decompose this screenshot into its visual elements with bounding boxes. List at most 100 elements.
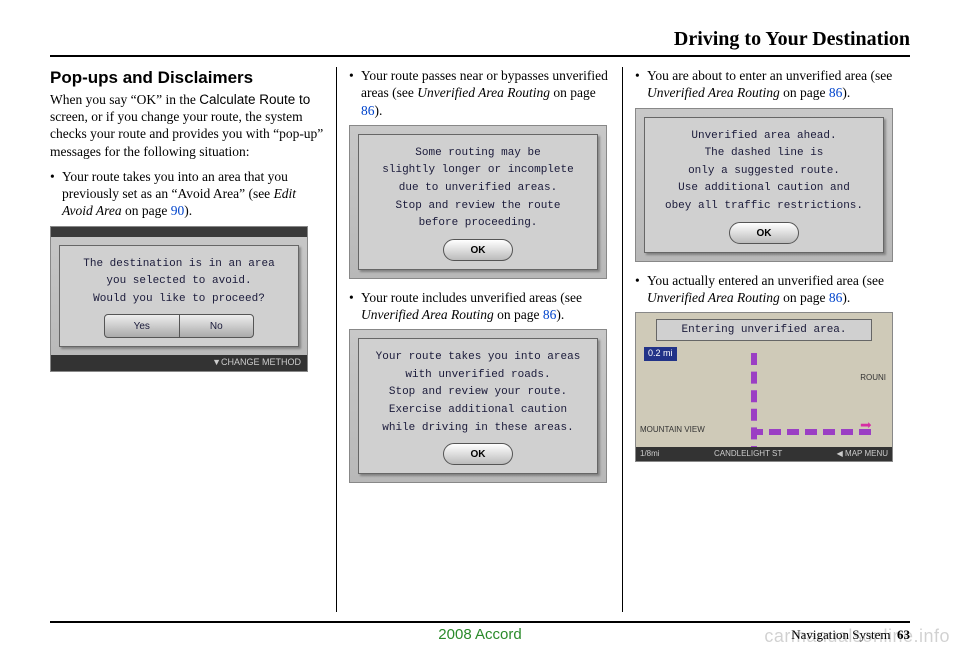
ref-title: Unverified Area Routing <box>361 307 494 322</box>
map-label: MOUNTAIN VIEW <box>640 425 705 435</box>
text: Your route takes you into an area that y… <box>62 169 288 201</box>
dashed-route-horizontal <box>751 429 871 437</box>
popup-line: Stop and review the route <box>365 198 591 216</box>
turn-arrow-icon: ➡ <box>860 415 872 441</box>
nav-map-screenshot: Entering unverified area. 0.2 mi ➡ MOUNT… <box>635 312 893 462</box>
popup-line: slightly longer or incomplete <box>365 162 591 180</box>
map-label: ROUNI <box>860 373 886 383</box>
bullet-dot: • <box>635 67 647 102</box>
page-link[interactable]: 86 <box>543 307 557 322</box>
map-menu-button[interactable]: ◀ MAP MENU <box>837 449 888 459</box>
map-banner: Entering unverified area. <box>656 319 872 341</box>
text: Your route includes unverified areas (se… <box>361 290 582 305</box>
page-link[interactable]: 86 <box>829 290 843 305</box>
page-link[interactable]: 90 <box>171 203 185 218</box>
bullet-item: • Your route takes you into an area that… <box>50 168 326 220</box>
popup-line: obey all traffic restrictions. <box>651 198 877 216</box>
bullet-dot: • <box>349 67 361 119</box>
nav-popup-screenshot: Your route takes you into areas with unv… <box>349 329 607 483</box>
map-scale: 1/8mi <box>640 449 660 459</box>
popup-line: Your route takes you into areas <box>365 349 591 367</box>
ok-button[interactable]: OK <box>443 239 513 261</box>
column-1: Pop-ups and Disclaimers When you say “OK… <box>50 67 336 612</box>
text: You are about to enter an unverified are… <box>647 68 892 83</box>
bullet-dot: • <box>349 289 361 324</box>
dashed-route-vertical <box>751 353 759 458</box>
column-2: • Your route passes near or bypasses unv… <box>336 67 622 612</box>
page-link[interactable]: 86 <box>829 85 843 100</box>
change-method-bar[interactable]: ▼CHANGE METHOD <box>51 355 307 371</box>
ok-row: OK <box>365 239 591 261</box>
nav-popup-screenshot: Unverified area ahead. The dashed line i… <box>635 108 893 262</box>
ref-title: Unverified Area Routing <box>647 290 780 305</box>
bullet-dot: • <box>635 272 647 307</box>
popup-line: Stop and review your route. <box>365 384 591 402</box>
bullet-item: • You are about to enter an unverified a… <box>635 67 898 102</box>
ui-term: Calculate Route to <box>199 92 310 107</box>
page-header: Driving to Your Destination <box>50 28 910 51</box>
nav-popup-screenshot: The destination is in an area you select… <box>50 226 308 372</box>
bullet-text: Your route includes unverified areas (se… <box>361 289 612 324</box>
intro-paragraph: When you say “OK” in the Calculate Route… <box>50 91 326 160</box>
popup-line: The destination is in an area <box>66 256 292 274</box>
model-year: 2008 Accord <box>438 626 521 643</box>
text: screen, or if you change your route, the… <box>50 109 323 159</box>
text: ). <box>842 290 850 305</box>
bullet-item: • Your route includes unverified areas (… <box>349 289 612 324</box>
text: You actually entered an unverified area … <box>647 273 884 288</box>
footer-rule <box>50 621 910 623</box>
text: ). <box>556 307 564 322</box>
header-rule <box>50 55 910 57</box>
text: on page <box>780 85 829 100</box>
popup-line: before proceeding. <box>365 215 591 233</box>
text: on page <box>494 307 543 322</box>
bullet-text: You actually entered an unverified area … <box>647 272 898 307</box>
text: ). <box>184 203 192 218</box>
popup-line: Some routing may be <box>365 145 591 163</box>
yes-button[interactable]: Yes <box>105 315 179 337</box>
text: on page <box>780 290 829 305</box>
yes-no-pill: Yes No <box>104 314 254 338</box>
text: on page <box>550 85 596 100</box>
popup-line: only a suggested route. <box>651 163 877 181</box>
popup-line: you selected to avoid. <box>66 273 292 291</box>
text: ). <box>375 103 383 118</box>
ok-button[interactable]: OK <box>729 222 799 244</box>
bullet-text: Your route takes you into an area that y… <box>62 168 326 220</box>
content-columns: Pop-ups and Disclaimers When you say “OK… <box>50 67 910 612</box>
popup-line: Unverified area ahead. <box>651 128 877 146</box>
text: on page <box>122 203 171 218</box>
bullet-text: You are about to enter an unverified are… <box>647 67 898 102</box>
popup-line: Would you like to proceed? <box>66 291 292 309</box>
text: When you say “OK” in the <box>50 92 199 107</box>
nav-popup-screenshot: Some routing may be slightly longer or i… <box>349 125 607 279</box>
bullet-text: Your route passes near or bypasses unver… <box>361 67 612 119</box>
yes-no-buttons: Yes No <box>66 314 292 338</box>
popup-panel: The destination is in an area you select… <box>59 245 299 348</box>
popup-panel: Unverified area ahead. The dashed line i… <box>644 117 884 253</box>
popup-panel: Your route takes you into areas with unv… <box>358 338 598 474</box>
text: ). <box>842 85 850 100</box>
popup-line: Use additional caution and <box>651 180 877 198</box>
no-button[interactable]: No <box>180 315 254 337</box>
bullet-item: • You actually entered an unverified are… <box>635 272 898 307</box>
distance-pill: 0.2 mi <box>644 347 677 361</box>
ref-title: Unverified Area Routing <box>417 85 550 100</box>
screenshot-topbar <box>51 227 307 237</box>
ok-button[interactable]: OK <box>443 443 513 465</box>
chapter-title: Driving to Your Destination <box>674 28 910 51</box>
watermark: carmanualsonline.info <box>764 626 950 647</box>
ref-title: Unverified Area Routing <box>647 85 780 100</box>
popup-line: with unverified roads. <box>365 367 591 385</box>
map-street: CANDLELIGHT ST <box>714 449 782 459</box>
map-bottom-bar: 1/8mi CANDLELIGHT ST ◀ MAP MENU <box>636 447 892 461</box>
bullet-dot: • <box>50 168 62 220</box>
page-link[interactable]: 86 <box>361 103 375 118</box>
bullet-item: • Your route passes near or bypasses unv… <box>349 67 612 119</box>
ok-row: OK <box>365 443 591 465</box>
popup-panel: Some routing may be slightly longer or i… <box>358 134 598 270</box>
popup-line: Exercise additional caution <box>365 402 591 420</box>
column-3: • You are about to enter an unverified a… <box>622 67 908 612</box>
popup-line: The dashed line is <box>651 145 877 163</box>
section-heading: Pop-ups and Disclaimers <box>50 67 326 89</box>
